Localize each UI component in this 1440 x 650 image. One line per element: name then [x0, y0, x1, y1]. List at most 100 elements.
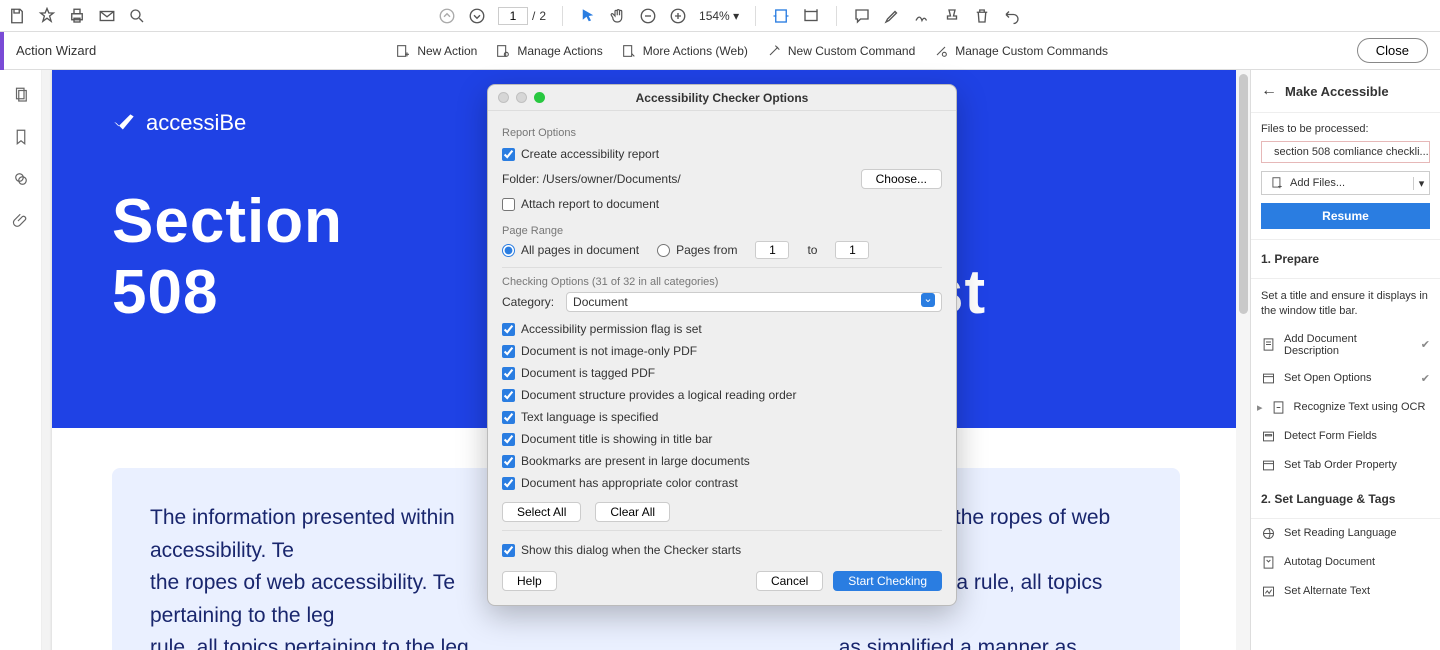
- check-label-1: Document is not image-only PDF: [521, 344, 697, 358]
- all-pages-radio[interactable]: All pages in document: [502, 241, 639, 259]
- bookmark-icon[interactable]: [12, 128, 30, 146]
- add-files-button[interactable]: Add Files... ▾: [1261, 171, 1430, 195]
- check-item-3: Document structure provides a logical re…: [502, 384, 942, 406]
- category-select[interactable]: Document: [566, 292, 942, 312]
- page-up-icon[interactable]: [438, 7, 456, 25]
- file-chip[interactable]: section 508 comliance checkli...: [1261, 141, 1430, 163]
- item-form[interactable]: Detect Form Fields: [1251, 422, 1440, 451]
- check-1[interactable]: [502, 345, 515, 358]
- highlight-icon[interactable]: [883, 7, 901, 25]
- item-add-description[interactable]: Add Document Description✔: [1251, 326, 1440, 364]
- resume-button[interactable]: Resume: [1261, 203, 1430, 229]
- step2-title: 2. Set Language & Tags: [1251, 480, 1440, 519]
- right-panel-title: Make Accessible: [1285, 84, 1389, 99]
- check-5[interactable]: [502, 433, 515, 446]
- check-3[interactable]: [502, 389, 515, 402]
- dialog-title: Accessibility Checker Options: [636, 91, 809, 105]
- attach-report-label: Attach report to document: [521, 197, 659, 211]
- start-checking-button[interactable]: Start Checking: [833, 571, 942, 591]
- check-icon: ✔: [1421, 372, 1430, 385]
- check-2[interactable]: [502, 367, 515, 380]
- page-input[interactable]: [498, 7, 528, 25]
- left-indicator: [0, 32, 4, 70]
- scrollbar-thumb[interactable]: [1239, 74, 1248, 314]
- back-icon[interactable]: ←: [1261, 82, 1277, 100]
- window-minimize-icon[interactable]: [516, 92, 527, 103]
- item-ocr[interactable]: ▸Recognize Text using OCR: [1251, 393, 1440, 422]
- zoom-out-icon[interactable]: [639, 7, 657, 25]
- star-icon[interactable]: [38, 7, 56, 25]
- create-report-label: Create accessibility report: [521, 147, 659, 161]
- stamp-icon[interactable]: [943, 7, 961, 25]
- window-close-icon[interactable]: [498, 92, 509, 103]
- fit-width-icon[interactable]: [772, 7, 790, 25]
- folder-label: Folder: /Users/owner/Documents/: [502, 172, 681, 186]
- check-7[interactable]: [502, 477, 515, 490]
- add-files-dropdown[interactable]: ▾: [1413, 177, 1429, 190]
- save-icon[interactable]: [8, 7, 26, 25]
- check-0[interactable]: [502, 323, 515, 336]
- help-button[interactable]: Help: [502, 571, 557, 591]
- item-autotag[interactable]: Autotag Document: [1251, 548, 1440, 577]
- to-input[interactable]: [835, 241, 869, 259]
- right-panel: ← Make Accessible Files to be processed:…: [1250, 70, 1440, 650]
- pages-icon[interactable]: [12, 86, 30, 104]
- undo-icon[interactable]: [1003, 7, 1021, 25]
- page-range-label: Page Range: [502, 225, 942, 237]
- files-label: Files to be processed:: [1261, 123, 1430, 135]
- left-rail: [0, 70, 42, 650]
- check-label-6: Bookmarks are present in large documents: [521, 454, 750, 468]
- print-icon[interactable]: [68, 7, 86, 25]
- check-6[interactable]: [502, 455, 515, 468]
- cancel-button[interactable]: Cancel: [756, 571, 823, 591]
- check-icon: ✔: [1421, 338, 1430, 351]
- pointer-icon[interactable]: [579, 7, 597, 25]
- wizard-title: Action Wizard: [16, 43, 96, 58]
- comment-icon[interactable]: [853, 7, 871, 25]
- from-input[interactable]: [755, 241, 789, 259]
- choose-button[interactable]: Choose...: [861, 169, 942, 189]
- hand-icon[interactable]: [609, 7, 627, 25]
- page-down-icon[interactable]: [468, 7, 486, 25]
- more-actions-button[interactable]: More Actions (Web): [621, 43, 748, 59]
- select-all-button[interactable]: Select All: [502, 502, 581, 522]
- file-name: section 508 comliance checkli...: [1274, 146, 1429, 158]
- pages-from-radio[interactable]: Pages from: [657, 241, 737, 259]
- mail-icon[interactable]: [98, 7, 116, 25]
- zoom-select[interactable]: 154% ▾: [699, 9, 739, 23]
- attachment-icon[interactable]: [12, 212, 30, 230]
- delete-icon[interactable]: [973, 7, 991, 25]
- attach-report-checkbox[interactable]: [502, 198, 515, 211]
- step1-desc: Set a title and ensure it displays in th…: [1251, 279, 1440, 326]
- close-button[interactable]: Close: [1357, 38, 1428, 63]
- check-item-5: Document title is showing in title bar: [502, 428, 942, 450]
- logo-text: accessiBe: [146, 110, 246, 136]
- create-report-checkbox[interactable]: [502, 148, 515, 161]
- fit-page-icon[interactable]: [802, 7, 820, 25]
- check-label-7: Document has appropriate color contrast: [521, 476, 738, 490]
- item-alt[interactable]: Set Alternate Text: [1251, 577, 1440, 606]
- manage-custom-commands-button[interactable]: Manage Custom Commands: [933, 43, 1108, 59]
- item-tab[interactable]: Set Tab Order Property: [1251, 451, 1440, 480]
- show-dialog-checkbox[interactable]: [502, 544, 515, 557]
- new-custom-command-button[interactable]: New Custom Command: [766, 43, 915, 59]
- sign-icon[interactable]: [913, 7, 931, 25]
- window-maximize-icon[interactable]: [534, 92, 545, 103]
- manage-actions-button[interactable]: Manage Actions: [495, 43, 602, 59]
- clear-all-button[interactable]: Clear All: [595, 502, 670, 522]
- accessibility-checker-dialog: Accessibility Checker Options Report Opt…: [487, 84, 957, 606]
- layers-icon[interactable]: [12, 170, 30, 188]
- category-label: Category:: [502, 295, 554, 309]
- zoom-in-icon[interactable]: [669, 7, 687, 25]
- check-item-4: Text language is specified: [502, 406, 942, 428]
- check-item-7: Document has appropriate color contrast: [502, 472, 942, 494]
- check-4[interactable]: [502, 411, 515, 424]
- item-lang[interactable]: Set Reading Language: [1251, 519, 1440, 548]
- search-icon[interactable]: [128, 7, 146, 25]
- item-set-open[interactable]: Set Open Options✔: [1251, 364, 1440, 393]
- checking-options-label: Checking Options (31 of 32 in all catego…: [502, 276, 942, 288]
- check-item-1: Document is not image-only PDF: [502, 340, 942, 362]
- check-item-2: Document is tagged PDF: [502, 362, 942, 384]
- scrollbar[interactable]: [1236, 70, 1250, 650]
- new-action-button[interactable]: New Action: [395, 43, 477, 59]
